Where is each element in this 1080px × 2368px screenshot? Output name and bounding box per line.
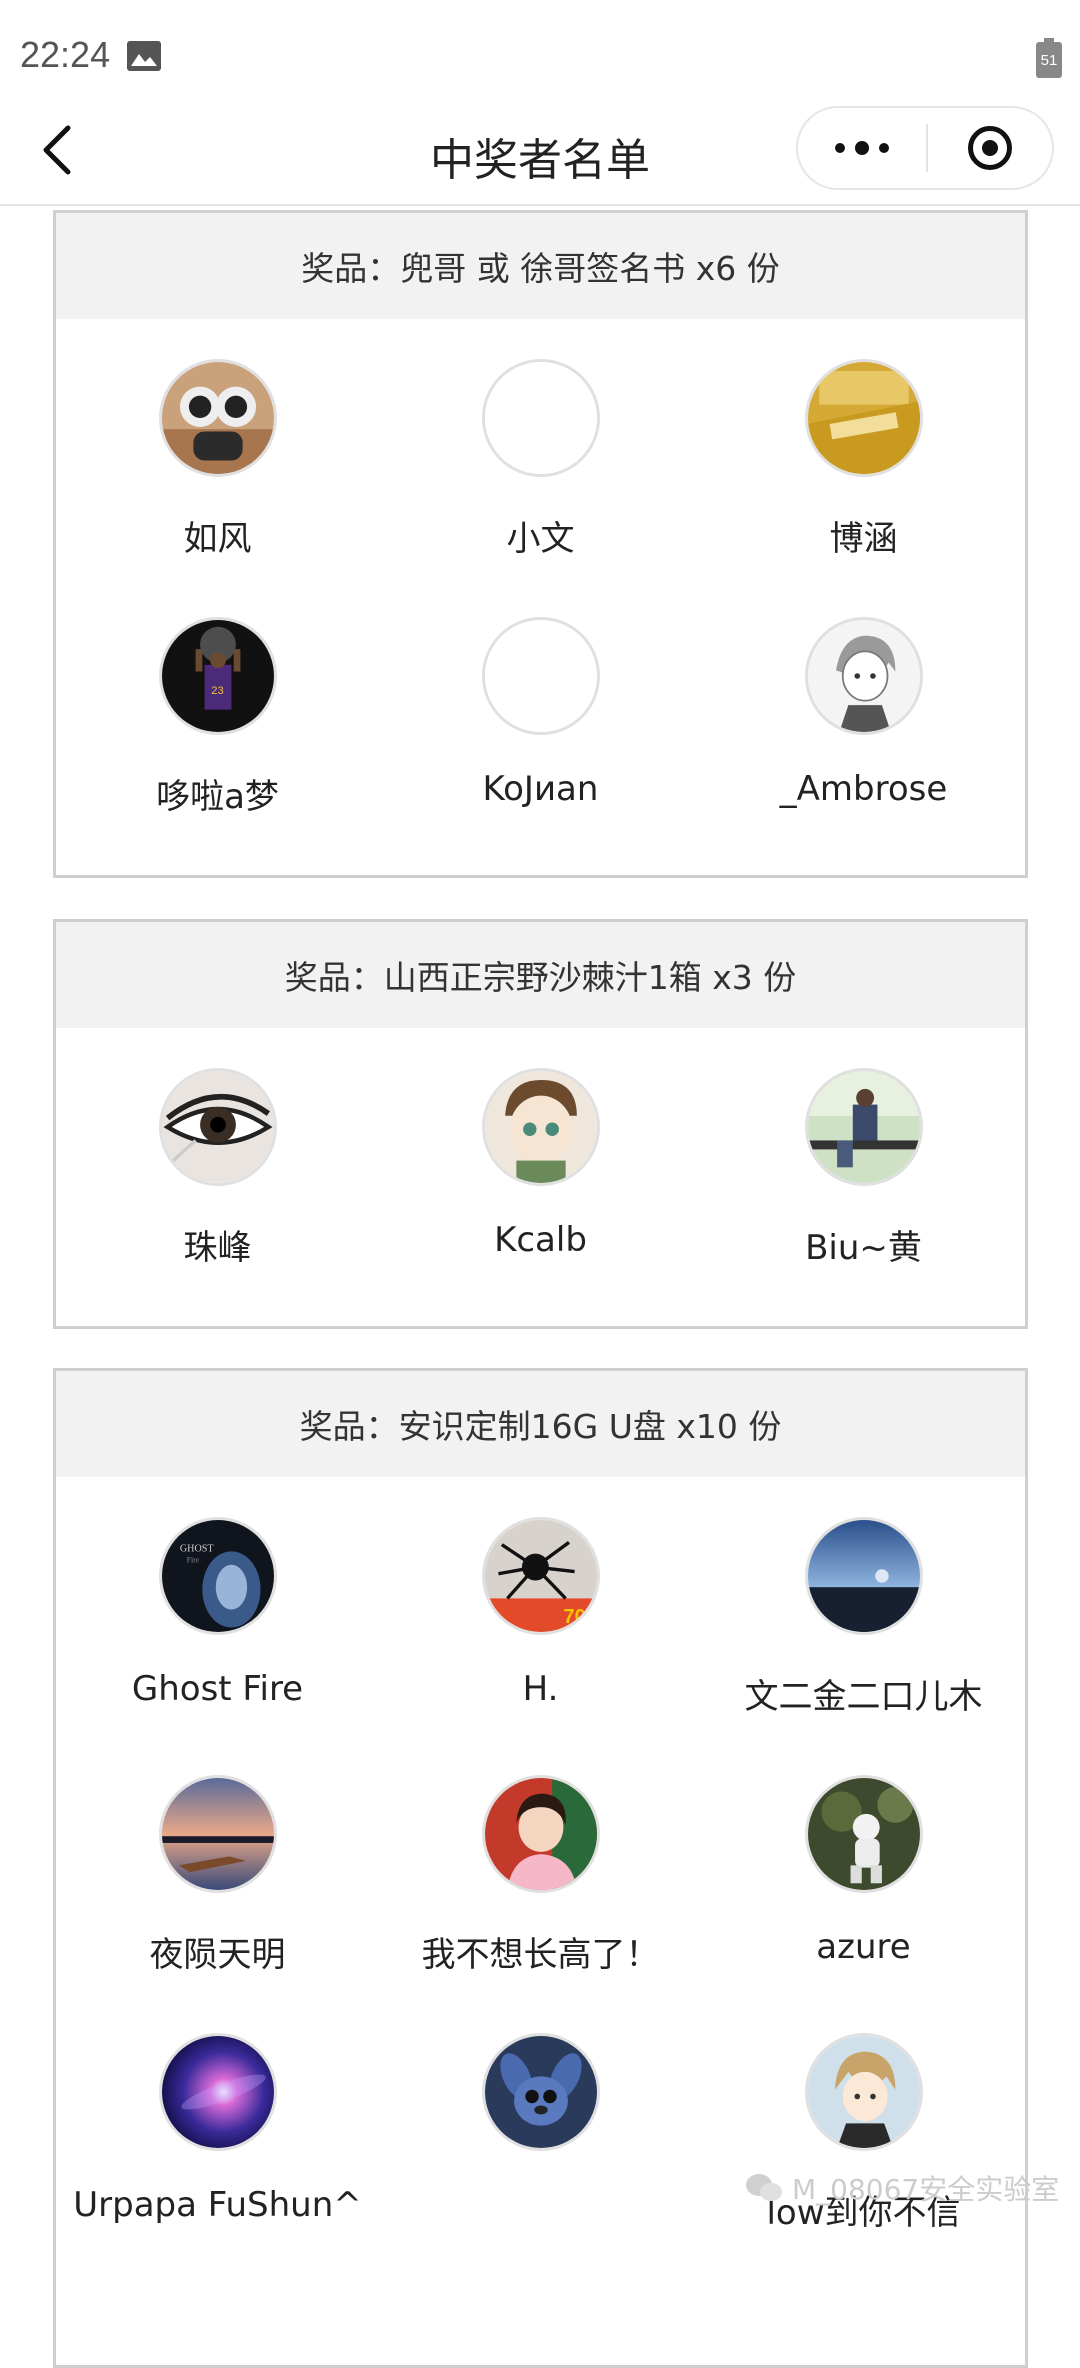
avatar [804, 617, 923, 735]
svg-text:23: 23 [211, 685, 223, 697]
svg-text:70: 70 [563, 1606, 585, 1628]
avatar: GHOST Fire [158, 1517, 277, 1635]
prize-section: 奖品：安识定制16G U盘 x10 份 GHOST Fire Ghost Fire… [53, 1368, 1028, 2368]
svg-text:GHOST: GHOST [179, 1543, 213, 1554]
avatar [804, 2033, 923, 2151]
winner-name: azure [816, 1927, 911, 1967]
winner-name: Biu~黄 [805, 1228, 922, 1268]
winner-item[interactable]: Biu~黄 [702, 1068, 1025, 1326]
more-button[interactable] [798, 108, 926, 188]
avatar: 23 [158, 617, 277, 735]
image-icon [126, 40, 162, 72]
winner-name: 博涵 [829, 519, 898, 559]
prize-section: 奖品：山西正宗野沙棘汁1箱 x3 份 珠峰 Kcalb Biu~黄 [53, 919, 1028, 1329]
prize-section: 奖品：兜哥 或 徐哥签名书 x6 份 如风 小文 博涵 23 哆啦a梦 KoJи… [53, 210, 1028, 878]
avatar [481, 2033, 600, 2151]
target-icon [968, 126, 1012, 170]
avatar [481, 617, 600, 735]
winner-item[interactable]: 23 哆啦a梦 [56, 617, 379, 875]
watermark-text: M_08067安全实验室 [792, 2173, 1060, 2206]
winner-name: KoJиan [482, 769, 599, 809]
watermark: M_08067安全实验室 [744, 2168, 1059, 2208]
winner-item[interactable]: 夜陨天明 [56, 1775, 379, 2033]
winner-name: 我不想长高了！ [421, 1935, 660, 1975]
winner-item[interactable] [379, 2033, 702, 2291]
avatar [158, 1068, 277, 1186]
avatar [158, 2033, 277, 2151]
winner-name: _Ambrose [779, 769, 948, 809]
winner-name: 夜陨天明 [149, 1935, 286, 1975]
close-miniprogram-button[interactable] [928, 108, 1052, 188]
winner-name: Ghost Fire [131, 1669, 304, 1709]
winner-item[interactable]: 珠峰 [56, 1068, 379, 1326]
wechat-icon [746, 2174, 782, 2201]
winner-item[interactable]: Urpapa FuShun^ [56, 2033, 379, 2291]
winner-item[interactable]: 70 H. [379, 1517, 702, 1775]
winner-name: 珠峰 [183, 1228, 252, 1268]
winner-item[interactable]: 如风 [56, 359, 379, 617]
winner-name: H. [522, 1669, 559, 1709]
more-icon [835, 143, 845, 153]
prize-title: 奖品：山西正宗野沙棘汁1箱 x3 份 [56, 922, 1025, 1028]
winner-item[interactable]: 小文 [379, 359, 702, 617]
avatar: 70 [481, 1517, 600, 1635]
winner-item[interactable]: Kcalb [379, 1068, 702, 1326]
winner-item[interactable]: GHOST Fire Ghost Fire [56, 1517, 379, 1775]
avatar [158, 359, 277, 477]
battery-level: 51 [1040, 52, 1058, 69]
status-time: 22:24 [20, 34, 111, 75]
more-icon-dot [855, 141, 869, 155]
winner-name: Kcalb [494, 1220, 587, 1260]
winner-item[interactable]: 博涵 [702, 359, 1025, 617]
winner-item[interactable]: _Ambrose [702, 617, 1025, 875]
status-bar: 22:24 51 [0, 0, 1080, 110]
winner-name: Urpapa FuShun^ [73, 2185, 362, 2225]
winners-grid: 珠峰 Kcalb Biu~黄 [56, 1028, 1025, 1334]
winner-name: 小文 [506, 519, 575, 559]
prize-title: 奖品：安识定制16G U盘 x10 份 [56, 1371, 1025, 1477]
winner-item[interactable]: KoJиan [379, 617, 702, 875]
nav-bar: 中奖者名单 [0, 106, 1080, 206]
avatar [804, 359, 923, 477]
menu-capsule [796, 106, 1054, 190]
winner-item[interactable]: low到你不信 [702, 2033, 1025, 2291]
avatar [481, 1068, 600, 1186]
more-icon-dot [879, 143, 889, 153]
svg-text:Fire: Fire [186, 1556, 199, 1565]
avatar [804, 1517, 923, 1635]
winner-item[interactable]: 文二金二口儿木 [702, 1517, 1025, 1775]
winner-item[interactable]: 我不想长高了！ [379, 1775, 702, 2033]
avatar [804, 1068, 923, 1186]
winner-name: 哆啦a梦 [156, 777, 279, 817]
avatar [804, 1775, 923, 1893]
winners-grid: 如风 小文 博涵 23 哆啦a梦 KoJиan _Ambrose [56, 319, 1025, 883]
avatar [158, 1775, 277, 1893]
winner-name: 文二金二口儿木 [744, 1677, 983, 1717]
winner-item[interactable]: azure [702, 1775, 1025, 2033]
avatar [481, 1775, 600, 1893]
avatar [481, 359, 600, 477]
prize-title: 奖品：兜哥 或 徐哥签名书 x6 份 [56, 213, 1025, 319]
winner-name: 如风 [183, 519, 252, 559]
